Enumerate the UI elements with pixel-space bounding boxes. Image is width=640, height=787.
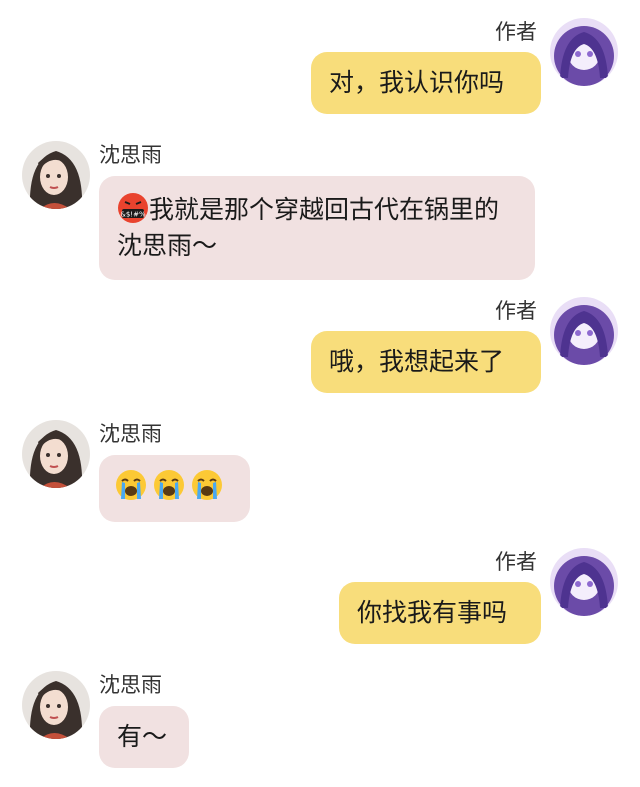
sender-name: 作者: [495, 299, 537, 323]
message-text: 我就是那个穿越回古代在锅里的沈思雨～: [117, 195, 500, 260]
author-avatar[interactable]: [550, 297, 618, 365]
message-text: 哦，我想起来了: [329, 347, 505, 376]
message-text: 你找我有事吗: [357, 598, 508, 627]
message-bubble: [99, 455, 250, 522]
cursing-face-emoji: &$!#%: [117, 192, 149, 224]
sender-name: 作者: [495, 550, 537, 574]
loudly-crying-face-emoji: [191, 469, 223, 501]
shen-siyu-avatar[interactable]: [22, 141, 90, 209]
loudly-crying-face-emoji: [115, 469, 147, 501]
message-bubble: &$!#% 我就是那个穿越回古代在锅里的沈思雨～: [99, 176, 535, 280]
shen-siyu-avatar[interactable]: [22, 420, 90, 488]
svg-text:&$!#%: &$!#%: [120, 211, 146, 219]
message-bubble: 你找我有事吗: [339, 582, 541, 644]
message-text: 有～: [117, 722, 168, 751]
author-avatar[interactable]: [550, 548, 618, 616]
message-bubble: 哦，我想起来了: [311, 331, 541, 393]
sender-name: 沈思雨: [99, 673, 162, 697]
sender-name: 作者: [495, 20, 537, 44]
message-bubble: 有～: [99, 706, 189, 768]
message-bubble: 对，我认识你吗: [311, 52, 541, 114]
loudly-crying-face-emoji: [153, 469, 185, 501]
sender-name: 沈思雨: [99, 143, 162, 167]
message-text: 对，我认识你吗: [329, 68, 505, 97]
shen-siyu-avatar[interactable]: [22, 671, 90, 739]
sender-name: 沈思雨: [99, 422, 162, 446]
author-avatar[interactable]: [550, 18, 618, 86]
